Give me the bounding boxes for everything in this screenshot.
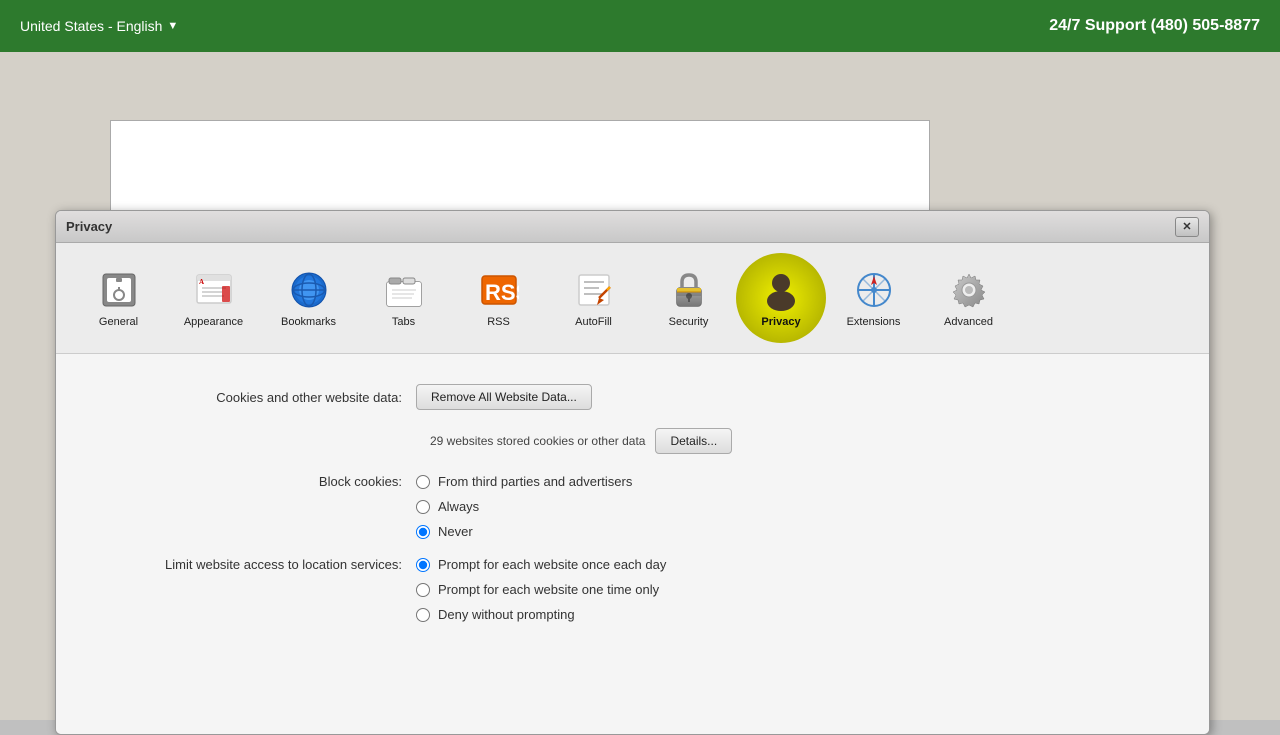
tab-rss-label: RSS <box>487 316 510 328</box>
advanced-icon <box>947 268 991 312</box>
close-button[interactable]: ✕ <box>1175 217 1199 237</box>
block-never-radio[interactable] <box>416 525 430 539</box>
stored-info-text: 29 websites stored cookies or other data <box>430 434 645 448</box>
svg-text:A: A <box>199 278 204 286</box>
cookies-label: Cookies and other website data: <box>96 390 416 405</box>
tab-appearance-label: Appearance <box>184 316 243 328</box>
tab-advanced-label: Advanced <box>944 316 993 328</box>
tab-rss[interactable]: RSS RSS <box>451 258 546 338</box>
location-prompt-day-radio[interactable] <box>416 558 430 572</box>
block-always-radio[interactable] <box>416 500 430 514</box>
location-deny-radio[interactable] <box>416 608 430 622</box>
tab-autofill[interactable]: AutoFill <box>546 258 641 338</box>
region-selector[interactable]: United States - English ▼ <box>20 18 178 34</box>
stored-info-row: 29 websites stored cookies or other data… <box>430 428 1169 454</box>
details-button[interactable]: Details... <box>655 428 732 454</box>
tab-general-label: General <box>99 316 138 328</box>
location-prompt-day-option[interactable]: Prompt for each website once each day <box>416 557 666 572</box>
top-bar: United States - English ▼ 24/7 Support (… <box>0 0 1280 52</box>
remove-all-button[interactable]: Remove All Website Data... <box>416 384 592 410</box>
tab-security-label: Security <box>669 316 709 328</box>
privacy-icon <box>759 268 803 312</box>
cookies-row: Cookies and other website data: Remove A… <box>96 384 1169 410</box>
block-third-parties-option[interactable]: From third parties and advertisers <box>416 474 632 489</box>
location-prompt-once-radio[interactable] <box>416 583 430 597</box>
support-info: 24/7 Support (480) 505-8877 <box>1049 17 1260 35</box>
block-never-label: Never <box>438 524 473 539</box>
block-third-parties-radio[interactable] <box>416 475 430 489</box>
preferences-toolbar: General A Appearance <box>56 243 1209 354</box>
tab-tabs[interactable]: Tabs <box>356 258 451 338</box>
tab-bookmarks-label: Bookmarks <box>281 316 336 328</box>
rss-icon: RSS <box>477 268 521 312</box>
dialog-title-bar: Privacy ✕ <box>56 211 1209 243</box>
block-third-parties-label: From third parties and advertisers <box>438 474 632 489</box>
tab-advanced[interactable]: Advanced <box>921 258 1016 338</box>
tab-privacy-label: Privacy <box>761 316 800 328</box>
tab-security[interactable]: Security <box>641 258 736 338</box>
location-label: Limit website access to location service… <box>96 557 416 572</box>
tab-general[interactable]: General <box>71 258 166 338</box>
block-never-option[interactable]: Never <box>416 524 632 539</box>
block-cookies-row: Block cookies: From third parties and ad… <box>96 474 1169 539</box>
location-prompt-once-option[interactable]: Prompt for each website one time only <box>416 582 666 597</box>
dialog-title: Privacy <box>66 219 112 234</box>
location-options: Prompt for each website once each day Pr… <box>416 557 666 622</box>
tab-bookmarks[interactable]: Bookmarks <box>261 258 356 338</box>
location-prompt-once-label: Prompt for each website one time only <box>438 582 659 597</box>
location-row: Limit website access to location service… <box>96 557 1169 622</box>
block-cookies-label: Block cookies: <box>96 474 416 489</box>
svg-text:RSS: RSS <box>485 280 519 305</box>
appearance-icon: A <box>192 268 236 312</box>
extensions-icon <box>852 268 896 312</box>
bookmarks-icon <box>287 268 331 312</box>
tab-extensions-label: Extensions <box>847 316 901 328</box>
block-cookies-options: From third parties and advertisers Alway… <box>416 474 632 539</box>
autofill-icon <box>572 268 616 312</box>
security-icon <box>667 268 711 312</box>
tab-autofill-label: AutoFill <box>575 316 612 328</box>
tab-tabs-label: Tabs <box>392 316 415 328</box>
tab-privacy[interactable]: Privacy <box>736 253 826 343</box>
privacy-dialog: Privacy ✕ General <box>55 210 1210 735</box>
tab-extensions[interactable]: Extensions <box>826 258 921 338</box>
tab-appearance[interactable]: A Appearance <box>166 258 261 338</box>
region-chevron: ▼ <box>167 20 178 32</box>
dialog-content: Cookies and other website data: Remove A… <box>56 354 1209 734</box>
cookies-control: Remove All Website Data... <box>416 384 592 410</box>
location-deny-option[interactable]: Deny without prompting <box>416 607 666 622</box>
location-prompt-day-label: Prompt for each website once each day <box>438 557 666 572</box>
location-deny-label: Deny without prompting <box>438 607 575 622</box>
block-always-option[interactable]: Always <box>416 499 632 514</box>
region-label: United States - English <box>20 18 162 34</box>
general-icon <box>97 268 141 312</box>
block-always-label: Always <box>438 499 479 514</box>
tabs-icon <box>382 268 426 312</box>
